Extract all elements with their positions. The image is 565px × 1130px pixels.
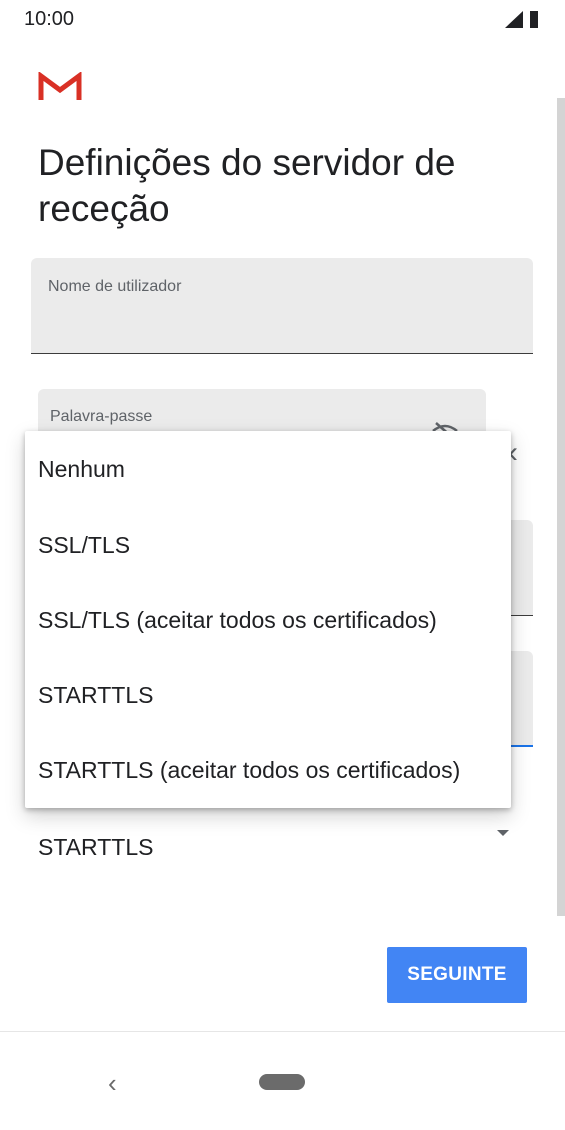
security-type-menu[interactable]: Nenhum SSL/TLS SSL/TLS (aceitar todos os… (25, 431, 511, 808)
signal-icon (505, 11, 523, 28)
gmail-icon (38, 72, 82, 100)
security-type-select[interactable]: STARTTLS (38, 834, 153, 861)
menu-option-nenhum[interactable]: Nenhum (25, 432, 511, 506)
home-pill-icon[interactable] (259, 1074, 305, 1090)
nav-divider (0, 1031, 565, 1032)
status-time: 10:00 (24, 8, 75, 30)
password-label: Palavra-passe (50, 408, 153, 425)
battery-icon (530, 11, 538, 28)
username-field[interactable]: Nome de utilizador (31, 258, 533, 354)
page-title: Definições do servidor de receção (38, 142, 456, 229)
back-icon[interactable]: ‹ (108, 1068, 117, 1099)
next-button[interactable]: SEGUINTE (387, 947, 527, 1003)
menu-option-starttls[interactable]: STARTTLS (25, 658, 511, 732)
scrollbar[interactable] (557, 98, 565, 916)
menu-option-ssl-tls-all-certs[interactable]: SSL/TLS (aceitar todos os certificados) (25, 583, 511, 657)
menu-option-starttls-all-certs[interactable]: STARTTLS (aceitar todos os certificados) (25, 733, 511, 807)
dropdown-arrow-icon[interactable] (497, 830, 509, 836)
username-label: Nome de utilizador (48, 278, 182, 295)
status-icons (505, 11, 538, 28)
menu-option-ssl-tls[interactable]: SSL/TLS (25, 508, 511, 582)
